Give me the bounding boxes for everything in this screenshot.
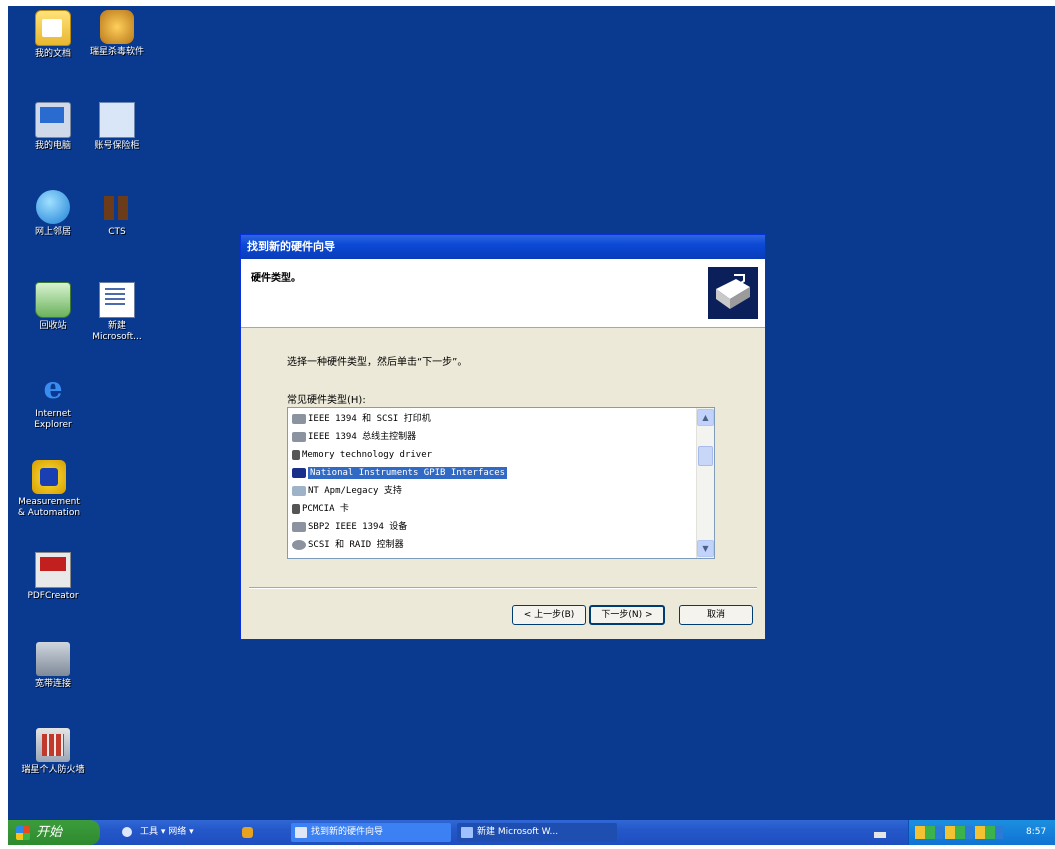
start-label: 开始	[36, 825, 63, 840]
internet-explorer-icon: e	[43, 371, 63, 406]
list-scrollbar[interactable]: ▲ ▼	[696, 408, 714, 558]
word-document-icon	[461, 827, 473, 838]
legacy-support-icon	[292, 485, 306, 496]
desktop-icon-account-safe[interactable]: 账号保险柜	[78, 102, 156, 152]
desktop-icon-word-document[interactable]: 新建 Microsoft...	[78, 282, 156, 343]
start-button[interactable]: 开始	[8, 820, 100, 845]
list-item[interactable]: SCSI 和 RAID 控制器	[292, 536, 404, 554]
broadband-connection-icon	[36, 642, 70, 676]
desktop-icon-label: PDFCreator	[27, 591, 79, 601]
hardware-wizard-icon	[708, 267, 758, 319]
pcmcia-card-icon	[292, 503, 300, 514]
quick-launch-ie-icon[interactable]	[122, 820, 132, 845]
bus-controller-icon	[292, 431, 306, 442]
desktop-icon-ni-max[interactable]: Measurement & Automation	[8, 460, 94, 519]
wizard-header-title: 硬件类型。	[251, 273, 301, 284]
toolbar-menus[interactable]: 工具 ▾ 网络 ▾	[140, 820, 194, 845]
my-documents-icon	[35, 10, 71, 46]
network-places-icon	[36, 190, 70, 224]
dialog-title: 找到新的硬件向导	[241, 235, 765, 259]
list-item[interactable]: NT Apm/Legacy 支持	[292, 482, 402, 500]
desktop-icon-label: CTS	[108, 227, 126, 237]
list-item[interactable]: SBP2 IEEE 1394 设备	[292, 518, 407, 536]
ni-max-icon	[32, 460, 66, 494]
desktop-icon-rising-firewall[interactable]: 瑞星个人防火墙	[14, 728, 92, 776]
tray-status-icons[interactable]	[915, 826, 1005, 839]
desktop-icon-label: 宽带连接	[34, 679, 71, 689]
recycle-bin-icon	[35, 282, 71, 318]
desktop-icon-rising-antivirus[interactable]: 瑞星杀毒软件	[78, 10, 156, 58]
window-icon	[295, 827, 307, 838]
list-item-selected[interactable]: National Instruments GPIB Interfaces	[292, 464, 508, 482]
desktop-icon-label: 账号保险柜	[94, 141, 140, 151]
rising-antivirus-icon	[100, 10, 134, 44]
scroll-thumb[interactable]	[698, 446, 713, 466]
memory-card-icon	[292, 449, 300, 460]
cancel-button[interactable]: 取消	[679, 605, 753, 625]
hardware-type-list[interactable]: IEEE 1394 和 SCSI 打印机 IEEE 1394 总线主控制器 Me…	[287, 407, 715, 559]
list-item[interactable]: IEEE 1394 和 SCSI 打印机	[292, 410, 431, 428]
pdfcreator-icon	[35, 552, 71, 588]
list-item[interactable]: PCMCIA 卡	[292, 500, 349, 518]
list-item-label: SCSI 和 RAID 控制器	[308, 540, 404, 550]
task-button-word[interactable]: 新建 Microsoft W...	[457, 823, 617, 842]
scroll-down-icon[interactable]: ▼	[697, 540, 714, 557]
wizard-instruction: 选择一种硬件类型，然后单击“下一步”。	[287, 357, 468, 368]
cts-icon	[100, 190, 134, 224]
list-item-label: Memory technology driver	[302, 450, 433, 460]
quick-launch-lion-icon[interactable]	[242, 820, 253, 845]
desktop-icon-label: 瑞星杀毒软件	[89, 47, 144, 57]
rising-firewall-icon	[36, 728, 70, 762]
scsi-controller-icon	[292, 539, 306, 550]
eject-icon[interactable]	[874, 820, 886, 845]
list-item-label: SBP2 IEEE 1394 设备	[308, 522, 408, 532]
desktop-icon-internet-explorer[interactable]: e Internet Explorer	[14, 372, 92, 431]
list-item-label: NT Apm/Legacy 支持	[308, 486, 402, 496]
list-item-label: PCMCIA 卡	[302, 504, 349, 514]
next-button[interactable]: 下一步(N) >	[589, 605, 665, 625]
task-label: 找到新的硬件向导	[311, 827, 384, 837]
scroll-up-icon[interactable]: ▲	[697, 409, 714, 426]
clock[interactable]: 8:57	[1026, 820, 1046, 845]
desktop-icon-pdfcreator[interactable]: PDFCreator	[14, 552, 92, 602]
word-document-icon	[99, 282, 135, 318]
desktop-icon-cts[interactable]: CTS	[78, 190, 156, 238]
ni-gpib-icon	[292, 467, 306, 478]
list-item-label: IEEE 1394 总线主控制器	[308, 432, 417, 442]
list-item[interactable]: IEEE 1394 总线主控制器	[292, 428, 416, 446]
task-button-wizard[interactable]: 找到新的硬件向导	[291, 823, 451, 842]
list-item[interactable]: Memory technology driver	[292, 446, 432, 464]
divider	[249, 587, 757, 589]
list-item-label: National Instruments GPIB Interfaces	[308, 467, 508, 479]
account-safe-icon	[99, 102, 135, 138]
my-computer-icon	[35, 102, 71, 138]
printer-device-icon	[292, 413, 306, 424]
desktop-icon-label: 瑞星个人防火墙	[21, 765, 85, 775]
back-button[interactable]: < 上一步(B)	[512, 605, 586, 625]
task-label: 新建 Microsoft W...	[477, 827, 559, 837]
new-hardware-wizard-dialog: 找到新的硬件向导 硬件类型。 选择一种硬件类型，然后单击“下一步”。 常见硬件类…	[240, 234, 766, 640]
system-tray: 8:57	[908, 820, 1055, 845]
wizard-header: 硬件类型。	[241, 259, 765, 328]
list-item-label: IEEE 1394 和 SCSI 打印机	[308, 414, 431, 424]
desktop-icon-label: 新建 Microsoft...	[92, 321, 142, 342]
desktop-icon-broadband-connection[interactable]: 宽带连接	[14, 642, 92, 690]
windows-logo-icon	[16, 825, 30, 840]
desktop-icon-label: Internet Explorer	[34, 409, 72, 430]
sbp2-device-icon	[292, 521, 306, 532]
desktop-icon-label: Measurement & Automation	[17, 497, 81, 518]
taskbar: 开始 工具 ▾ 网络 ▾ 找到新的硬件向导 新建 Microsoft W... …	[8, 820, 1055, 845]
hardware-list-label: 常见硬件类型(H):	[287, 395, 366, 406]
